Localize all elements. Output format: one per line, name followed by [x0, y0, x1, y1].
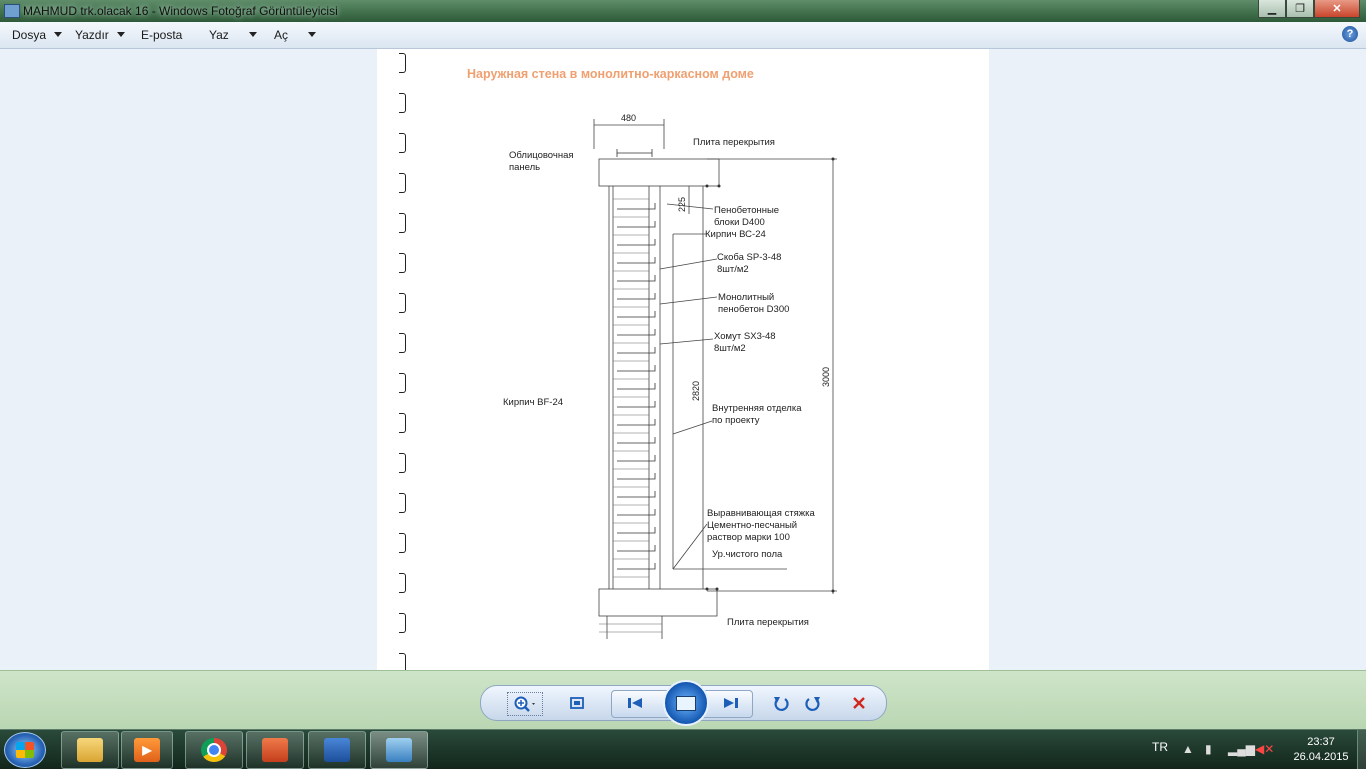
image-viewer-area: Наружная стена в монолитно-каркасном дом…	[0, 49, 1366, 673]
delete-icon	[853, 697, 865, 709]
label-brick-bf: Кирпич BF-24	[503, 397, 564, 408]
label-interior: Внутренняя отделка по проекту	[712, 403, 802, 426]
dim-3000: 3000	[821, 366, 831, 387]
controls-strip	[0, 670, 1366, 730]
magnifier-icon	[514, 696, 535, 712]
label-foam-blocks: Пенобетонные блоки D400	[714, 205, 780, 228]
dim-width: 480	[621, 113, 637, 123]
menu-yaz[interactable]: Yaz	[209, 28, 257, 42]
taskbar-chrome[interactable]	[185, 731, 243, 769]
dim-2820: 2820	[691, 380, 701, 401]
drawing-title: Наружная стена в монолитно-каркасном дом…	[467, 67, 754, 81]
wall-section-drawing	[593, 119, 837, 639]
label-bracket: Скоба SP-3-48 8шт/м2	[717, 252, 782, 275]
clock[interactable]: 23:37 26.04.2015	[1282, 735, 1360, 765]
rotate-right-icon	[805, 697, 820, 711]
scanned-page: Наружная стена в монолитно-каркасном дом…	[377, 49, 989, 673]
minimize-button[interactable]: ▁	[1258, 0, 1286, 18]
show-desktop-button[interactable]	[1357, 730, 1366, 769]
media-player-icon: ▶	[134, 738, 160, 762]
power-icon[interactable]: ▮	[1205, 742, 1212, 756]
taskbar-powerpoint[interactable]	[246, 731, 304, 769]
language-indicator[interactable]: TR	[1152, 740, 1168, 754]
taskbar-photo-viewer[interactable]	[370, 731, 428, 769]
chevron-down-icon	[116, 32, 125, 37]
clock-date: 26.04.2015	[1293, 751, 1349, 763]
previous-button[interactable]	[623, 692, 647, 714]
folder-icon	[77, 738, 103, 762]
powerpoint-icon	[262, 738, 288, 762]
slideshow-icon	[676, 695, 696, 711]
rotate-left-button[interactable]	[769, 692, 793, 714]
chevron-down-icon	[248, 32, 257, 37]
menu-yaz-label: Yaz	[209, 28, 229, 42]
menu-yazdir[interactable]: Yazdır	[75, 28, 125, 42]
chrome-icon	[201, 738, 227, 762]
word-icon	[324, 738, 350, 762]
menu-eposta[interactable]: E-posta	[141, 28, 182, 42]
window-title: MAHMUD trk.olacak 16 - Windows Fotoğraf …	[23, 4, 338, 18]
playback-controls	[480, 680, 887, 726]
label-brick-bs: Кирпич ВС-24	[705, 229, 766, 240]
taskbar-explorer[interactable]	[61, 731, 119, 769]
next-button[interactable]	[719, 692, 743, 714]
taskbar-media-player[interactable]: ▶	[121, 731, 173, 769]
rotate-left-icon	[774, 697, 789, 711]
menu-ac-label: Aç	[274, 28, 289, 42]
network-icon[interactable]: ▂▄▆	[1228, 742, 1255, 756]
menu-yazdir-label: Yazdır	[75, 28, 109, 42]
menu-eposta-label: E-posta	[141, 28, 183, 42]
chevron-down-icon	[308, 32, 317, 37]
menu-dosya[interactable]: Dosya	[12, 28, 63, 42]
label-screed: Выравнивающая стяжка Цементно-песчаный р…	[707, 508, 815, 543]
label-plate-bottom: Плита перекрытия	[727, 617, 809, 628]
zoom-button[interactable]	[507, 692, 543, 716]
menu-bar: Dosya Yazdır E-posta Yaz Aç ?	[0, 22, 1366, 49]
fit-window-icon	[570, 697, 584, 709]
fit-window-button[interactable]	[565, 692, 589, 714]
volume-muted-icon[interactable]: ◀✕	[1255, 742, 1274, 756]
label-floor-level: Ур.чистого пола	[712, 549, 783, 560]
slideshow-button[interactable]	[663, 680, 709, 726]
maximize-button[interactable]: ❐	[1286, 0, 1314, 18]
window-controls: ▁ ❐ ✕	[1258, 0, 1360, 18]
dim-225: 225	[677, 196, 687, 212]
windows-logo-icon	[16, 742, 34, 758]
menu-ac[interactable]: Aç	[274, 28, 317, 42]
rotate-right-button[interactable]	[801, 692, 825, 714]
clock-time: 23:37	[1307, 736, 1335, 748]
label-monolith: Монолитный пенобетон D300	[718, 292, 790, 315]
label-plate-top: Плита перекрытия	[693, 137, 775, 148]
help-icon[interactable]: ?	[1342, 26, 1358, 42]
start-button[interactable]	[4, 732, 46, 768]
label-cladding: Облицовочная панель	[509, 150, 574, 173]
tray-expand-icon[interactable]: ▲	[1182, 742, 1194, 756]
taskbar-word[interactable]	[308, 731, 366, 769]
next-icon	[724, 698, 738, 708]
photo-viewer-icon	[386, 738, 412, 762]
photo-viewer-app-icon	[4, 4, 20, 18]
chevron-down-icon	[54, 32, 63, 37]
menu-dosya-label: Dosya	[12, 28, 47, 42]
delete-button[interactable]	[847, 692, 871, 714]
label-clamp: Хомут SX3-48 8шт/м2	[714, 331, 776, 354]
taskbar: ▶ TR ▲ ▮ ▂▄▆ ◀✕ 23:37 26.04.2015	[0, 729, 1366, 769]
previous-icon	[628, 698, 642, 708]
close-button[interactable]: ✕	[1314, 0, 1360, 18]
title-bar: MAHMUD trk.olacak 16 - Windows Fotoğraf …	[0, 0, 1366, 22]
